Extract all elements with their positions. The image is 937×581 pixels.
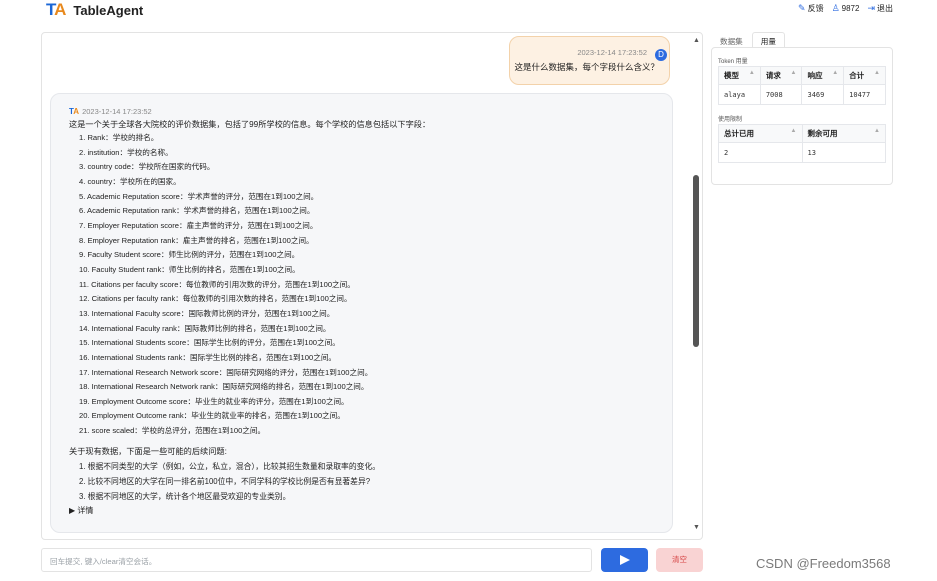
column-header[interactable]: 合计 ▲ — [843, 66, 886, 85]
list-item: 21. score scaled：学校的总评分，范围在1到100之间。 — [79, 426, 266, 436]
table-cell: 13 — [801, 142, 886, 163]
list-item: 16. International Students rank：国际学生比例的排… — [79, 352, 337, 362]
list-item: 17. International Research Network score… — [79, 367, 373, 377]
table-cell: 10477 — [843, 84, 886, 105]
table-row: 2 13 — [718, 142, 886, 163]
list-item: 19. Employment Outcome score：毕业生的就业率的评分，… — [79, 396, 349, 406]
sort-icon[interactable]: ▲ — [749, 70, 755, 76]
clear-button[interactable]: 清空 — [656, 548, 703, 572]
column-header[interactable]: 模型 ▲ — [718, 66, 761, 85]
list-item: 6. Academic Reputation rank：学术声誉的排名，范围在1… — [79, 206, 315, 216]
list-item: 11. Citations per faculty score：每位教师的引用次… — [79, 279, 355, 289]
table-cell: 2 — [718, 142, 803, 163]
top-actions: ✎ 反馈 ♙ 9872 ⇥ 退出 — [798, 3, 893, 14]
chat-panel: 2023-12-14 17:23:52 D 这是什么数据集，每个字段什么含义？ … — [41, 32, 703, 540]
app-name: TableAgent — [73, 2, 144, 18]
usage-limit-label: 使用限制 — [718, 117, 743, 123]
list-item: 15. International Students score：国际学生比例的… — [79, 338, 340, 348]
logout-icon: ⇥ — [867, 3, 875, 13]
side-tabs: 数据集 用量 — [711, 32, 785, 48]
sort-icon[interactable]: ▲ — [874, 128, 880, 134]
list-item: 10. Faculty Student rank：师生比例的排名，范围在1到10… — [79, 264, 300, 274]
user-message-time: 2023-12-14 17:23:52 — [577, 48, 647, 57]
sort-icon[interactable]: ▲ — [791, 128, 797, 134]
sort-icon[interactable]: ▲ — [874, 70, 880, 76]
user-message: 2023-12-14 17:23:52 D 这是什么数据集，每个字段什么含义？ — [509, 36, 670, 85]
logout-label: 退出 — [877, 4, 893, 13]
list-item: 1. Rank：学校的排名。 — [79, 133, 159, 142]
sort-icon[interactable]: ▲ — [791, 70, 797, 76]
user-avatar: D — [655, 49, 667, 61]
user-points-icon: ♙ — [831, 3, 840, 13]
list-item: 2. institution：学校的名称。 — [79, 147, 173, 157]
list-item: 5. Academic Reputation score：学术声誉的评分，范围在… — [79, 191, 319, 201]
bot-message-header: TA 2023-12-14 17:23:52 — [69, 106, 654, 116]
send-icon — [619, 555, 630, 565]
list-item: 9. Faculty Student score：师生比例的评分，范围在1到10… — [79, 250, 300, 260]
sort-icon[interactable]: ▲ — [832, 70, 838, 76]
user-points-button[interactable]: ♙ 9872 — [832, 3, 860, 14]
bot-message-time: 2023-12-14 17:23:52 — [82, 106, 152, 116]
bot-logo-icon: TA — [69, 106, 80, 116]
column-header[interactable]: 响应 ▲ — [801, 66, 845, 85]
feedback-button[interactable]: ✎ 反馈 — [798, 3, 824, 14]
column-header[interactable]: 请求 ▲ — [759, 66, 803, 85]
column-header[interactable]: 剩余可用 ▲ — [801, 124, 886, 143]
usage-limit-table: 总计已用 ▲ 剩余可用 ▲ 2 13 — [718, 124, 886, 163]
table-row: alaya 7008 3469 10477 — [718, 84, 886, 105]
list-item: 4. country：学校所在的国家。 — [79, 176, 181, 186]
scroll-down-arrow-icon[interactable]: ▼ — [693, 524, 700, 531]
user-message-text: 这是什么数据集，每个字段什么含义？ — [514, 62, 659, 72]
scroll-up-arrow-icon[interactable]: ▲ — [693, 37, 700, 44]
list-item: 7. Employer Reputation score：雇主声誉的评分，范围在… — [79, 220, 318, 230]
table-cell: alaya — [718, 84, 761, 105]
list-item: 1. 根据不同类型的大学（例如，公立，私立，混合），比较其招生数量和录取率的变化… — [79, 461, 381, 471]
logout-button[interactable]: ⇥ 退出 — [867, 3, 893, 14]
list-item: 3. 根据不同地区的大学，统计各个地区最受欢迎的专业类别。 — [79, 491, 291, 501]
table-cell: 3469 — [801, 84, 845, 105]
feedback-label: 反馈 — [807, 4, 824, 13]
user-points-label: 9872 — [841, 4, 860, 13]
tab-dataset[interactable]: 数据集 — [711, 32, 752, 48]
token-usage-label: Token 用量 — [718, 59, 748, 65]
token-usage-table: 模型 ▲ 请求 ▲ 响应 ▲ 合计 ▲ alaya 7008 3469 10477 — [718, 66, 886, 105]
feedback-icon: ✎ — [798, 3, 806, 13]
table-cell: 7008 — [759, 84, 803, 105]
column-header[interactable]: 总计已用 ▲ — [718, 124, 803, 143]
app-logo: TA TableAgent — [46, 0, 143, 20]
chat-input[interactable]: 回车提交, 键入/clear清空会话。 — [41, 548, 592, 572]
list-item: 18. International Research Network rank：… — [79, 382, 369, 392]
list-item: 8. Employer Reputation rank：雇主声誉的排名，范围在1… — [79, 235, 314, 245]
list-item: 12. Citations per faculty rank：每位教师的引用次数… — [79, 294, 352, 304]
list-item: 3. country code：学校所在国家的代码。 — [79, 162, 215, 172]
send-button[interactable] — [601, 548, 648, 572]
tab-usage[interactable]: 用量 — [751, 32, 785, 48]
field-list: 1. Rank：学校的排名。 2. institution：学校的名称。 3. co… — [79, 131, 654, 439]
bot-message: TA 2023-12-14 17:23:52 这是一个关于全球各大院校的评价数据… — [50, 93, 673, 533]
details-toggle[interactable]: ▶ 详情 — [69, 504, 654, 518]
list-item: 14. International Faculty rank：国际教师比例的排名… — [79, 323, 331, 333]
bot-intro-text: 这是一个关于全球各大院校的评价数据集，包括了99所学校的信息。每个学校的信息包括… — [69, 120, 431, 129]
list-item: 2. 比较不同地区的大学在同一排名前100位中，不同学科的学校比例是否有显著差异… — [79, 476, 371, 486]
watermark: CSDN @Freedom3568 — [756, 556, 891, 571]
followup-title: 关于现有数据，下面是一些可能的后续问题: — [69, 446, 227, 456]
list-item: 20. Employment Outcome rank：毕业生的就业率的排名，范… — [79, 411, 345, 421]
chat-scrollbar[interactable]: ▲ ▼ — [692, 33, 702, 539]
logo-mark: TA — [46, 0, 66, 19]
usage-panel: Token 用量 模型 ▲ 请求 ▲ 响应 ▲ 合计 ▲ alaya 7008 3469… — [711, 47, 893, 185]
followup-list: 1. 根据不同类型的大学（例如，公立，私立，混合），比较其招生数量和录取率的变化… — [79, 459, 654, 504]
scroll-thumb[interactable] — [693, 175, 699, 347]
list-item: 13. International Faculty score：国际教师比例的评… — [79, 308, 335, 318]
